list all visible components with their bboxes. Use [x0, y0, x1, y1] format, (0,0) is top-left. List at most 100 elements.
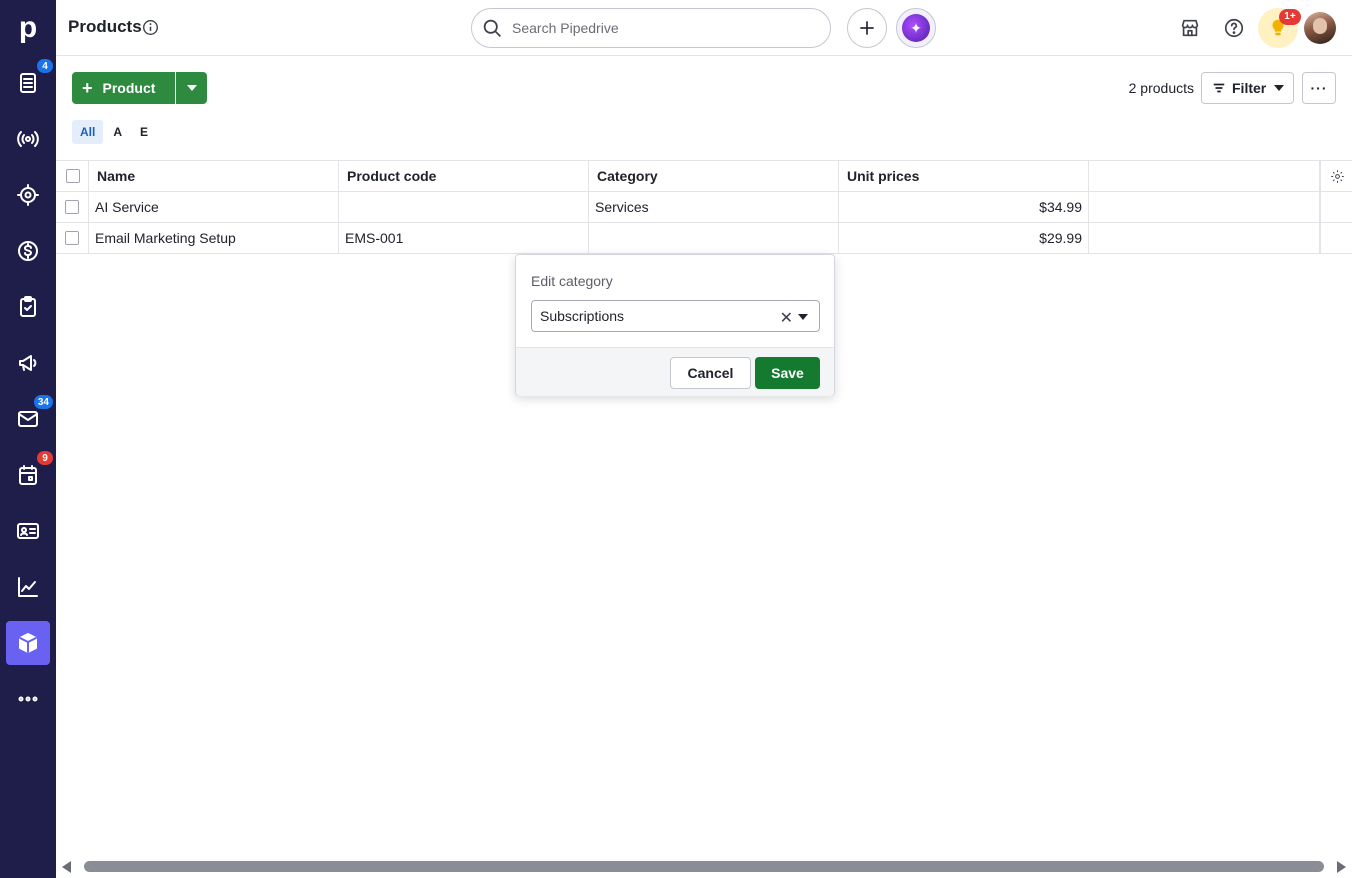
table-row[interactable]: AI Service Services $34.99 — [56, 192, 1352, 223]
page-title: Products — [68, 17, 142, 36]
quick-add-button[interactable] — [847, 8, 887, 48]
table-row[interactable]: Email Marketing Setup EMS-001 $29.99 — [56, 223, 1352, 254]
cell-name[interactable]: AI Service — [89, 192, 339, 222]
calendar-badge: 9 — [36, 450, 54, 466]
select-all-cell — [56, 161, 89, 191]
letter-tab-all[interactable]: All — [72, 120, 104, 144]
more-icon: ··· — [1310, 80, 1328, 96]
top-bar: Products ✦ 1+ — [56, 0, 1352, 56]
contact-card-icon — [17, 523, 39, 539]
scroll-left-icon[interactable] — [62, 861, 71, 873]
cell-gutter — [1320, 223, 1352, 253]
clipboard-check-icon — [20, 296, 36, 317]
scrollbar-thumb[interactable] — [84, 861, 1324, 872]
column-settings-button[interactable] — [1320, 161, 1352, 191]
mail-badge: 34 — [32, 394, 54, 410]
category-select[interactable]: Subscriptions ✕ — [531, 300, 820, 332]
chart-icon — [18, 577, 38, 597]
marketplace-button[interactable] — [1176, 14, 1204, 42]
column-header-empty — [1089, 161, 1320, 191]
save-button[interactable]: Save — [755, 357, 820, 389]
scroll-right-icon[interactable] — [1337, 861, 1346, 873]
sidebar-item-leads[interactable]: 4 — [6, 58, 54, 105]
sidebar-item-calendar[interactable]: 9 — [6, 450, 54, 497]
store-icon — [1181, 19, 1199, 37]
row-select-cell — [56, 223, 89, 253]
cell-name[interactable]: Email Marketing Setup — [89, 223, 339, 253]
row-checkbox[interactable] — [65, 200, 79, 214]
add-product-label: Product — [102, 80, 156, 96]
more-actions-button[interactable]: ··· — [1302, 72, 1336, 104]
column-header-unit-prices[interactable]: Unit prices — [839, 161, 1089, 191]
cell-empty — [1089, 192, 1320, 222]
column-header-name[interactable]: Name — [89, 161, 339, 191]
letter-tab-e[interactable]: E — [132, 120, 156, 144]
cell-category[interactable]: Services — [589, 192, 839, 222]
column-header-category[interactable]: Category — [589, 161, 839, 191]
search-icon — [483, 19, 501, 37]
cell-unit-price[interactable]: $34.99 — [839, 192, 1089, 222]
chevron-down-icon — [186, 85, 197, 91]
filter-label: Filter — [1232, 80, 1267, 96]
plus-icon: + — [82, 77, 93, 98]
products-table: Name Product code Category Unit prices A… — [56, 160, 1352, 254]
sidebar: p 4 34 9 — [0, 0, 56, 878]
calendar-icon — [19, 465, 37, 485]
help-button[interactable] — [1220, 14, 1248, 42]
product-count: 2 products — [1128, 80, 1194, 96]
select-all-checkbox[interactable] — [66, 169, 80, 183]
popover-footer: Cancel Save — [516, 347, 834, 396]
column-header-product-code[interactable]: Product code — [339, 161, 589, 191]
row-checkbox[interactable] — [65, 231, 79, 245]
leads-icon — [20, 73, 36, 93]
sidebar-item-radar[interactable] — [6, 117, 50, 161]
cell-unit-price[interactable]: $29.99 — [839, 223, 1089, 253]
info-icon[interactable] — [142, 19, 159, 36]
chevron-down-icon[interactable] — [798, 314, 808, 320]
sidebar-item-deals[interactable] — [6, 229, 50, 273]
user-avatar[interactable] — [1304, 12, 1336, 44]
sidebar-item-contacts[interactable] — [6, 509, 50, 553]
popover-title: Edit category — [531, 273, 613, 289]
letter-filter-tabs: All A E — [72, 120, 156, 144]
ai-assistant-button[interactable]: ✦ — [896, 8, 936, 48]
table-header-row: Name Product code Category Unit prices — [56, 160, 1352, 192]
more-icon — [18, 696, 38, 702]
row-select-cell — [56, 192, 89, 222]
search-input[interactable] — [512, 18, 812, 38]
sidebar-item-more[interactable] — [6, 677, 50, 721]
sidebar-item-campaigns[interactable] — [6, 341, 50, 385]
cell-gutter — [1320, 192, 1352, 222]
clear-icon[interactable]: ✕ — [780, 308, 793, 328]
dollar-icon — [18, 241, 38, 261]
add-product-dropdown-button[interactable] — [176, 72, 207, 104]
gear-icon — [1331, 169, 1344, 183]
sparkle-icon: ✦ — [902, 14, 930, 42]
tips-badge: 1+ — [1279, 9, 1301, 25]
filter-button[interactable]: Filter — [1201, 72, 1294, 104]
megaphone-icon — [19, 355, 37, 371]
broadcast-icon — [17, 131, 39, 147]
add-product-button[interactable]: + Product — [72, 72, 175, 104]
sidebar-item-products[interactable] — [6, 621, 50, 665]
help-icon — [1224, 18, 1244, 38]
cell-product-code[interactable] — [339, 192, 589, 222]
chevron-down-icon — [1274, 85, 1285, 91]
target-icon — [17, 184, 39, 206]
sidebar-item-target[interactable] — [6, 173, 50, 217]
horizontal-scrollbar[interactable] — [56, 856, 1352, 878]
letter-tab-a[interactable]: A — [105, 120, 130, 144]
filter-icon — [1213, 83, 1225, 93]
cell-category[interactable] — [589, 223, 839, 253]
search-bar[interactable] — [471, 8, 831, 48]
leads-badge: 4 — [36, 58, 54, 74]
sidebar-item-mail[interactable]: 34 — [6, 394, 54, 441]
sidebar-item-activities[interactable] — [6, 285, 50, 329]
sidebar-item-insights[interactable] — [6, 565, 50, 609]
pipedrive-logo[interactable]: p — [0, 0, 56, 56]
category-select-value: Subscriptions — [540, 308, 625, 324]
box-icon — [19, 633, 37, 653]
mail-icon — [18, 411, 38, 427]
cell-product-code[interactable]: EMS-001 — [339, 223, 589, 253]
cancel-button[interactable]: Cancel — [670, 357, 751, 389]
